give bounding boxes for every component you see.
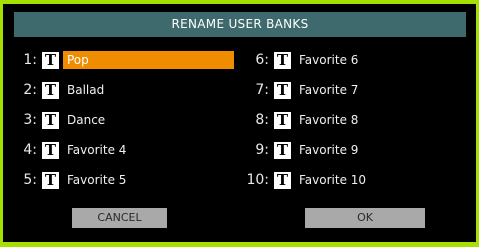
text-edit-icon[interactable]: T [274,81,291,99]
text-edit-icon[interactable]: T [42,51,59,69]
cancel-button[interactable]: CANCEL [72,208,167,228]
bank-row-8: 8: T Favorite 8 [239,110,459,130]
text-edit-icon[interactable]: T [42,111,59,129]
bank-number: 4: [23,142,37,158]
dialog-title: RENAME USER BANKS [14,12,466,37]
bank-name-field[interactable]: Favorite 5 [63,171,234,189]
text-edit-icon[interactable]: T [42,171,59,189]
bank-row-5: 5: T Favorite 5 [11,170,234,190]
bank-row-3: 3: T Dance [11,110,234,130]
rename-user-banks-dialog: RENAME USER BANKS 1: T Pop 2: T Ballad 3… [3,4,476,242]
bank-row-10: 10: T Favorite 10 [239,170,459,190]
bank-number: 10: [246,172,269,188]
bank-name-field[interactable]: Favorite 7 [295,81,459,99]
bank-row-6: 6: T Favorite 6 [239,50,459,70]
text-edit-icon[interactable]: T [274,111,291,129]
bank-number: 8: [255,112,269,128]
bank-name-field[interactable]: Favorite 6 [295,51,459,69]
bank-name-field[interactable]: Favorite 8 [295,111,459,129]
bank-number: 5: [23,172,37,188]
bank-number: 1: [23,52,37,68]
bank-number: 7: [255,82,269,98]
text-edit-icon[interactable]: T [42,81,59,99]
bank-row-2: 2: T Ballad [11,80,234,100]
text-edit-icon[interactable]: T [42,141,59,159]
text-edit-icon[interactable]: T [274,141,291,159]
bank-number: 3: [23,112,37,128]
bank-number: 6: [255,52,269,68]
text-edit-icon[interactable]: T [274,51,291,69]
bank-name-field[interactable]: Favorite 9 [295,141,459,159]
bank-name-field[interactable]: Ballad [63,81,234,99]
bank-name-field[interactable]: Favorite 10 [295,171,459,189]
bank-row-4: 4: T Favorite 4 [11,140,234,160]
ok-button[interactable]: OK [305,208,425,228]
bank-number: 9: [255,142,269,158]
bank-row-7: 7: T Favorite 7 [239,80,459,100]
bank-name-field[interactable]: Favorite 4 [63,141,234,159]
bank-row-1: 1: T Pop [11,50,234,70]
bank-name-field[interactable]: Dance [63,111,234,129]
bank-number: 2: [23,82,37,98]
bank-name-field[interactable]: Pop [63,51,234,69]
text-edit-icon[interactable]: T [274,171,291,189]
bank-row-9: 9: T Favorite 9 [239,140,459,160]
